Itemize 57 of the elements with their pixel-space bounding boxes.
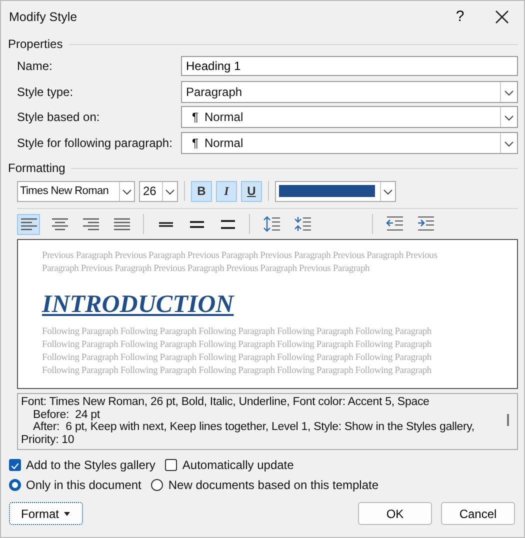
- radio-label: New documents based on this template: [168, 478, 379, 492]
- decrease-spacing-icon: [294, 216, 312, 232]
- font-color-dropdown[interactable]: [275, 180, 396, 202]
- description-text: Priority: 10: [21, 434, 76, 446]
- dropdown[interactable]: ¶ Normal: [181, 132, 518, 154]
- pilcrow-icon: ¶: [192, 110, 198, 124]
- close-icon: [495, 10, 509, 24]
- field-label: Style for following paragraph:: [17, 136, 174, 150]
- align-center-icon: [50, 216, 68, 232]
- radio-button[interactable]: [151, 479, 164, 491]
- sample-text: Previous Paragraph Previous Paragraph Previous Paragraph Previous Paragraph Previous Paragraph Previous: [42, 250, 438, 263]
- dropdown[interactable]: ¶ Normal: [181, 106, 518, 128]
- pilcrow-icon: ¶: [192, 136, 198, 150]
- checkbox-label: Add to the Styles gallery: [26, 458, 156, 472]
- italic-button[interactable]: I: [216, 180, 237, 202]
- section-heading: Properties: [8, 37, 63, 51]
- align-justify-icon: [112, 216, 130, 232]
- underline-button[interactable]: U: [241, 180, 262, 202]
- checkbox[interactable]: [9, 459, 21, 471]
- description-text: Font: Times New Roman, 26 pt, Bold, Italic, Underline, Font color: Accent 5, Space: [21, 396, 430, 408]
- checkbox-label: Automatically update: [182, 458, 294, 472]
- description-text: After: 6 pt, Keep with next, Keep lines together, Level 1, Style: Show in the Styles gallery,: [32, 421, 476, 434]
- radio-label: Only in this document: [26, 478, 142, 492]
- caret-icon: [63, 510, 71, 516]
- field-label: Name:: [17, 59, 54, 73]
- field-label: Style type:: [17, 84, 74, 98]
- font-dropdown[interactable]: Times New Roman: [17, 180, 135, 202]
- dropdown[interactable]: Paragraph: [181, 80, 518, 102]
- radio-button[interactable]: [9, 479, 21, 491]
- increase-spacing-icon: [262, 216, 280, 232]
- input-field[interactable]: Heading 1: [181, 56, 518, 76]
- checkbox[interactable]: [165, 459, 178, 471]
- help-button[interactable]: ?: [440, 2, 480, 30]
- dropdown-value: Normal: [204, 136, 244, 150]
- sample-text: Following Paragraph Following Paragraph Following Paragraph Following Paragraph Following Paragraph: [42, 365, 432, 378]
- sample-text: Following Paragraph Following Paragraph Following Paragraph Following Paragraph Following Paragraph: [42, 326, 432, 339]
- align-left-button[interactable]: [17, 214, 40, 234]
- sample-text: Paragraph Previous Paragraph Previous Paragraph Previous Paragraph Previous Paragraph: [42, 263, 371, 276]
- increase-indent-icon: [416, 216, 434, 232]
- bold-button[interactable]: B: [191, 180, 212, 202]
- scrollbar-thumb[interactable]: [507, 414, 509, 426]
- window-title: Modify Style: [9, 10, 78, 24]
- dropdown-value: Paragraph: [186, 84, 244, 98]
- cancel-button[interactable]: Cancel: [441, 502, 515, 525]
- section-heading: Formatting: [8, 161, 66, 175]
- decrease-indent-icon: [386, 216, 404, 232]
- field-label: Style based on:: [17, 110, 101, 124]
- ok-button[interactable]: OK: [358, 502, 432, 525]
- heading-sample: INTRODUCTION: [42, 290, 234, 320]
- sample-text: Following Paragraph Following Paragraph Following Paragraph Following Paragraph Following Paragraph: [42, 339, 432, 352]
- description-text: Before: 24 pt: [32, 408, 101, 421]
- size-dropdown[interactable]: 26: [139, 180, 178, 202]
- align-right-icon: [82, 216, 100, 232]
- dropdown-value: Normal: [204, 110, 244, 124]
- format-button[interactable]: Format: [9, 502, 83, 525]
- align-left-icon: [20, 216, 38, 232]
- sample-text: Following Paragraph Following Paragraph Following Paragraph Following Paragraph Following Paragraph: [42, 352, 432, 365]
